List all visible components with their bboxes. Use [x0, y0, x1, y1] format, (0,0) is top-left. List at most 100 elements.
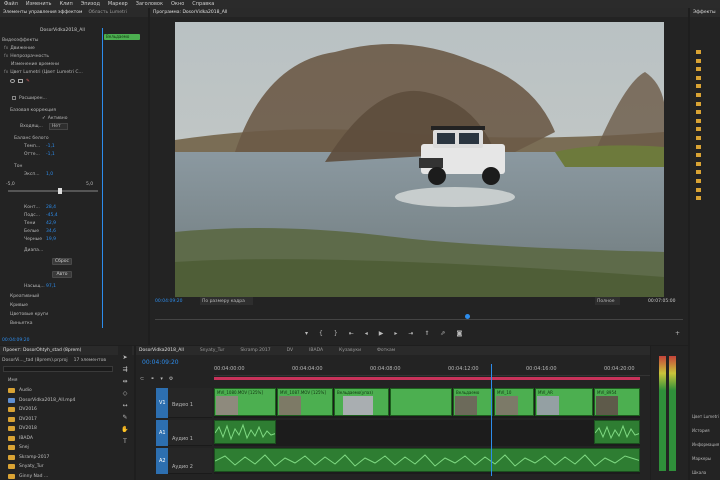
export-frame-icon[interactable]: ◙	[456, 330, 462, 337]
audio-clip[interactable]	[214, 448, 640, 472]
project-search-input[interactable]	[3, 366, 113, 372]
add-marker-icon[interactable]: ▾	[305, 330, 308, 337]
selection-tool-icon[interactable]: ➤	[122, 354, 127, 361]
effects-folder[interactable]	[690, 82, 720, 91]
track-header-a1[interactable]: A1 Аудио 1	[156, 420, 212, 446]
play-icon[interactable]: ▶	[379, 330, 384, 337]
tab-sequence[interactable]: Фоткам	[377, 348, 395, 353]
project-bin[interactable]: DV2018	[0, 424, 132, 434]
video-clip[interactable]: MVI_10	[494, 388, 534, 416]
panel-scale[interactable]: Шкала	[692, 468, 706, 476]
panel-history[interactable]: История	[692, 426, 710, 434]
go-to-out-icon[interactable]: ⇥	[408, 330, 413, 337]
fx-lumetri[interactable]: Цвет Lumetri (Цвет Lumetri C...	[10, 70, 83, 75]
menu-title[interactable]: Заголовок	[136, 1, 163, 7]
panel-lumetri-color[interactable]: Цвет Lumetri	[692, 412, 719, 420]
tab-lumetri-scopes[interactable]: Область Lumetri	[88, 10, 126, 15]
effects-folder[interactable]	[690, 125, 720, 134]
basic-correction-heading[interactable]: Базовая коррекция	[10, 106, 56, 114]
curves-heading[interactable]: Кривые	[10, 301, 28, 309]
high-dynamic-checkbox[interactable]	[12, 96, 16, 100]
program-video-frame[interactable]	[175, 22, 664, 297]
project-bin[interactable]: Ginny Nad ...	[0, 472, 132, 480]
project-bin[interactable]: Snej	[0, 443, 132, 453]
snap-icon[interactable]: ⊂	[140, 376, 144, 382]
project-bin[interactable]: Snyaty_Tur	[0, 462, 132, 472]
effects-folder[interactable]	[690, 151, 720, 160]
effects-folder[interactable]	[690, 65, 720, 74]
effects-folder[interactable]	[690, 48, 720, 57]
track-select-icon[interactable]: ⇶	[122, 366, 127, 373]
menu-help[interactable]: Справка	[192, 1, 214, 7]
temp-value[interactable]: -1,1	[46, 144, 55, 149]
razor-tool-icon[interactable]: ◇	[123, 390, 128, 397]
fx-motion[interactable]: Движение	[10, 46, 35, 51]
video-clip[interactable]: MVI_AR	[535, 388, 593, 416]
timeline-timecode[interactable]: 00:04:09:20	[142, 358, 179, 366]
text-tool-icon[interactable]: T	[123, 438, 127, 445]
timeline-ruler[interactable]: 00:04:00:00 00:04:04:00 00:04:08:00 00:0…	[214, 364, 650, 376]
program-scrubber[interactable]	[155, 314, 683, 320]
tint-value[interactable]: -1,1	[46, 152, 55, 157]
hand-tool-icon[interactable]: ✋	[121, 426, 128, 433]
linked-selection-icon[interactable]: ⚭	[150, 376, 154, 382]
track-header-v1[interactable]: V1 Видео 1	[156, 388, 212, 418]
tab-sequence-main[interactable]: DosorVidka2018_All	[139, 348, 184, 353]
color-wheels-heading[interactable]: Цветовые круги	[10, 310, 48, 318]
project-bin[interactable]: DV2016	[0, 405, 132, 415]
white-balance-heading[interactable]: Баланс белого	[14, 134, 49, 142]
timeline-playhead[interactable]	[491, 364, 492, 476]
fx-opacity[interactable]: Непрозрачность	[10, 54, 49, 59]
go-to-in-icon[interactable]: ⇤	[349, 330, 354, 337]
input-lut-select[interactable]: Нет	[48, 122, 68, 130]
menu-clip[interactable]: Клип	[59, 1, 72, 7]
timeline-settings-icon[interactable]: ⚙	[169, 376, 173, 382]
tab-project[interactable]: Проект: DosorOhtyh_stad (8prem)	[3, 348, 81, 353]
tab-effects[interactable]: Эффекты	[693, 10, 716, 15]
project-bin[interactable]: Skramp-2017	[0, 453, 132, 463]
effects-folder[interactable]	[690, 194, 720, 203]
tab-sequence[interactable]: Snyaty_Tur	[200, 348, 225, 353]
tab-sequence[interactable]: Skramp 2017	[240, 348, 270, 353]
panel-info[interactable]: Информация	[692, 440, 719, 448]
effects-folder[interactable]	[690, 177, 720, 186]
project-bin[interactable]: IBADA	[0, 434, 132, 444]
work-area-bar[interactable]	[214, 377, 640, 380]
menu-sequence[interactable]: Эпизод	[81, 1, 100, 7]
project-item[interactable]: DosorVidka2018_All.mp4	[0, 396, 132, 406]
menu-window[interactable]: Окно	[171, 1, 184, 7]
mark-in-icon[interactable]: {	[319, 330, 323, 337]
effects-folder[interactable]	[690, 108, 720, 117]
tone-heading[interactable]: Тон	[14, 162, 22, 170]
button-editor-icon[interactable]: +	[675, 330, 680, 337]
step-back-icon[interactable]: ◂	[365, 330, 368, 337]
extract-icon[interactable]: ⇗	[440, 330, 445, 337]
panel-markers[interactable]: Маркеры	[692, 454, 711, 462]
active-checkbox[interactable]: ✓	[42, 116, 46, 121]
video-clip[interactable]: MVI_1080.MOV [125%]	[214, 388, 276, 416]
tab-sequence[interactable]: IBADA	[309, 348, 323, 353]
vignette-heading[interactable]: Виньетка	[10, 319, 32, 327]
ec-timecode[interactable]: 00:04:09:20	[2, 336, 29, 344]
menu-edit[interactable]: Изменить	[26, 1, 52, 7]
creative-heading[interactable]: Креативный	[10, 292, 39, 300]
reset-button[interactable]: Сброс	[52, 258, 72, 265]
fx-time-remap[interactable]: Изменение времени	[11, 62, 59, 67]
project-bin[interactable]: DV2017	[0, 415, 132, 425]
pen-tool-icon[interactable]: ✎	[122, 414, 127, 421]
mark-out-icon[interactable]: }	[334, 330, 338, 337]
program-fit-select[interactable]: По размеру кадра	[200, 297, 253, 305]
video-clip[interactable]	[390, 388, 452, 416]
program-playhead[interactable]	[465, 314, 470, 319]
exposure-value[interactable]: 1,0	[46, 172, 53, 177]
project-bin[interactable]: Audio	[0, 386, 132, 396]
tab-effect-controls[interactable]: Элементы управления эффектом	[3, 10, 82, 15]
tab-program[interactable]: Программа: DosorVidka2018_All	[153, 10, 227, 15]
auto-button[interactable]: Авто	[52, 271, 72, 278]
exposure-slider[interactable]	[8, 188, 98, 194]
effects-folder[interactable]	[690, 91, 720, 100]
project-column-name[interactable]: Имя	[8, 376, 17, 384]
audio-clip[interactable]	[594, 420, 640, 444]
program-quality-select[interactable]: Полное	[595, 297, 621, 305]
ellipse-mask-icon[interactable]	[10, 79, 15, 83]
